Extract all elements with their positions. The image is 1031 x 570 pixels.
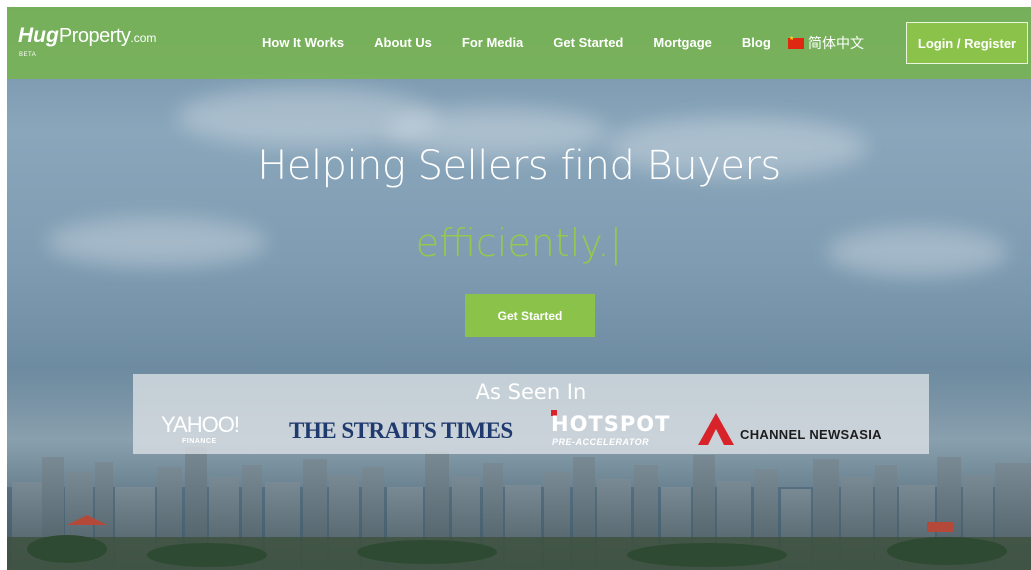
typing-cursor: |	[609, 221, 623, 265]
logo-beta-tag: BETA	[19, 52, 37, 58]
straits-times-logo: THE STRAITS TIMES	[289, 418, 513, 443]
channel-newsasia-text: CHANNEL NEWSASIA	[740, 427, 882, 442]
yahoo-finance-sub: FINANCE	[182, 438, 217, 445]
hero-title: Helping Sellers find Buyers	[257, 143, 781, 189]
nav-get-started[interactable]: Get Started	[553, 35, 623, 50]
nav-how-it-works[interactable]: How It Works	[262, 35, 344, 50]
as-seen-in-heading: As Seen In	[475, 380, 587, 404]
nav-blog[interactable]: Blog	[742, 35, 771, 50]
nav-links: How It Works About Us For Media Get Star…	[262, 35, 801, 50]
china-flag-icon	[788, 35, 804, 49]
channel-newsasia-logo-icon	[698, 413, 734, 445]
get-started-button[interactable]: Get Started	[465, 294, 595, 337]
hero-subtitle: efficiently.|	[7, 221, 1031, 265]
hero-subtitle-text: efficiently.	[415, 221, 610, 265]
logo-hug: Hug	[18, 24, 59, 47]
top-navbar: HugProperty.com BETA How It Works About …	[7, 7, 1031, 79]
login-register-button[interactable]: Login / Register	[906, 22, 1028, 64]
as-seen-in-panel: As Seen In YAHOO! FINANCE THE STRAITS TI…	[133, 374, 929, 454]
logo-property: Property	[58, 25, 131, 47]
city-skyline	[7, 447, 1031, 570]
yahoo-finance-logo: YAHOO!	[161, 412, 240, 437]
hotspot-sub: PRE-ACCELERATOR	[552, 437, 650, 447]
language-switch[interactable]: 简体中文	[788, 33, 864, 53]
hugproperty-logo[interactable]: HugProperty.com BETA	[18, 24, 157, 58]
nav-mortgage[interactable]: Mortgage	[653, 35, 712, 50]
language-label: 简体中文	[808, 35, 864, 51]
nav-about-us[interactable]: About Us	[374, 35, 432, 50]
page: HugProperty.com BETA How It Works About …	[7, 7, 1031, 570]
hotspot-logo: HOTSPOT	[551, 412, 671, 436]
logo-com: .com	[130, 31, 157, 45]
nav-for-media[interactable]: For Media	[462, 35, 523, 50]
